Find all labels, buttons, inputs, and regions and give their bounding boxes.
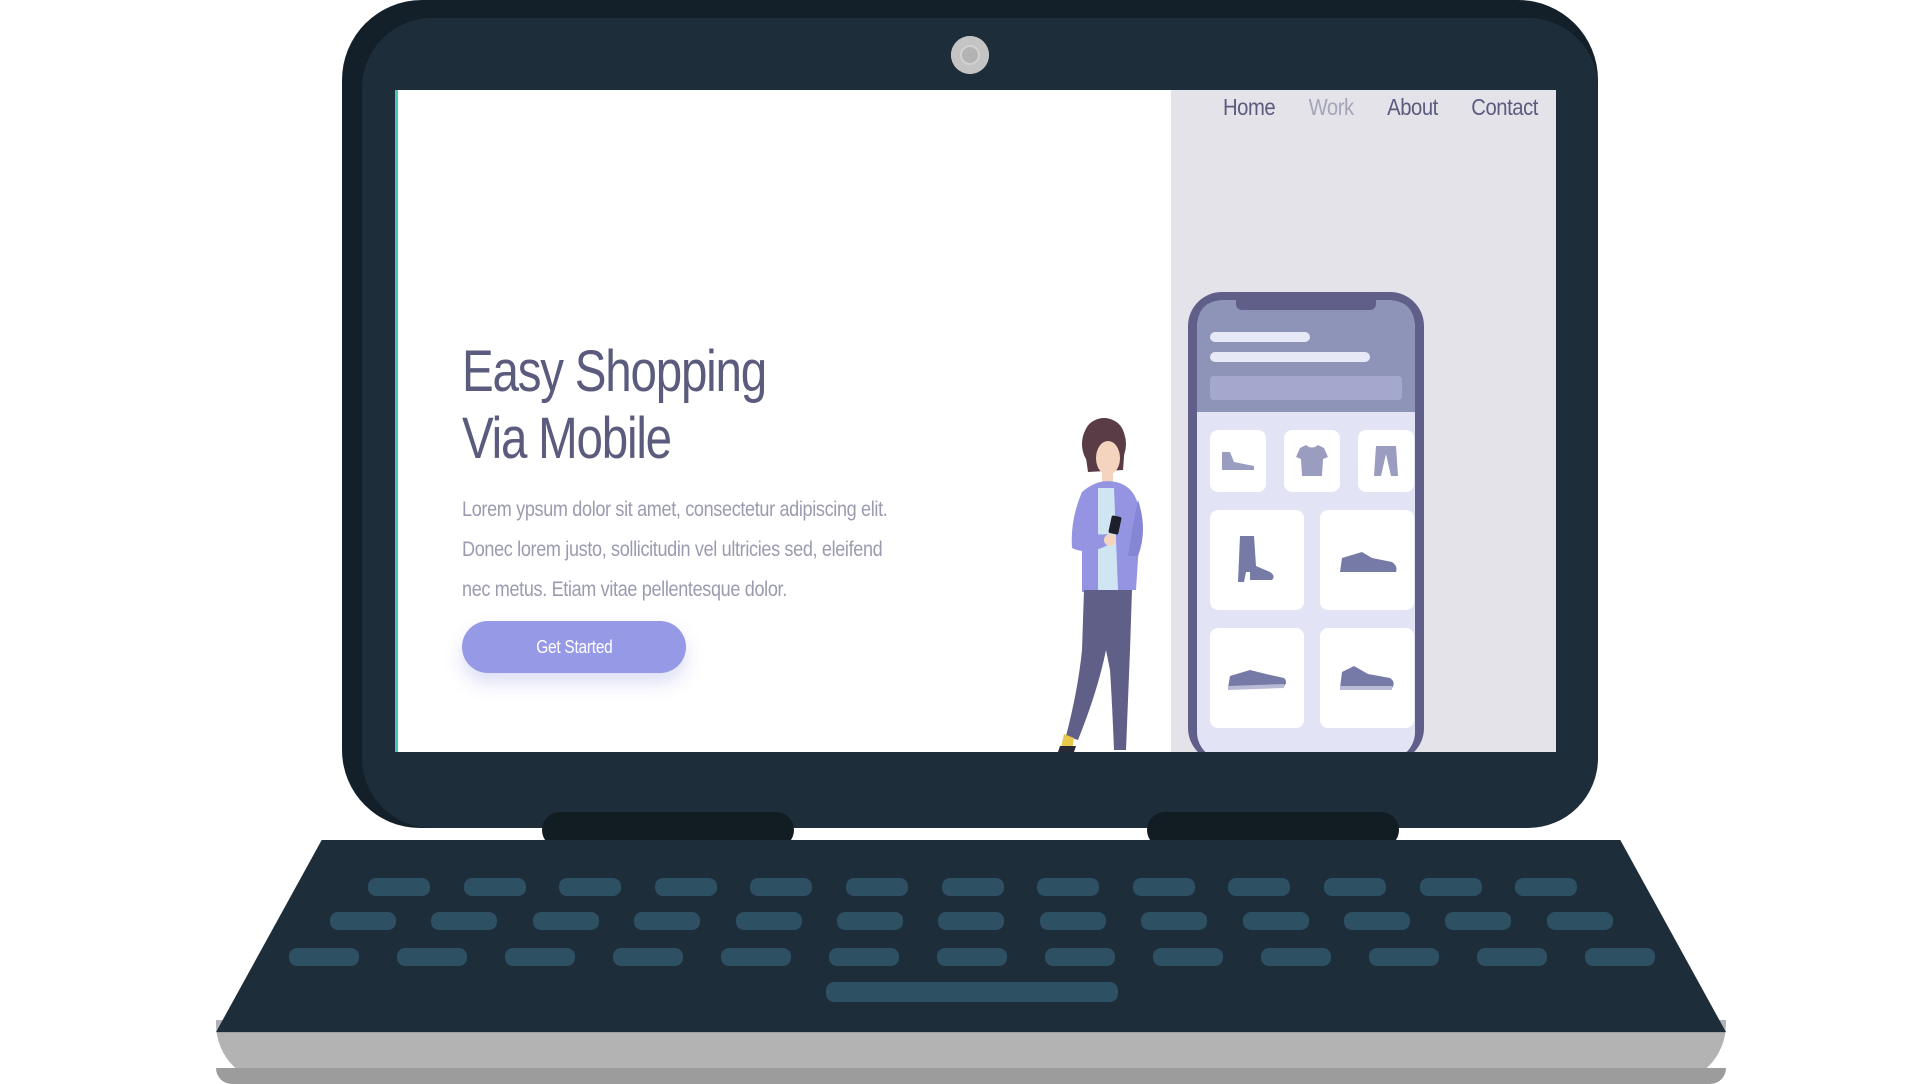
keyboard-key: [397, 948, 467, 966]
phone-illustration: [1188, 292, 1424, 752]
keyboard-key: [837, 912, 903, 930]
keyboard-key: [634, 912, 701, 930]
woman-illustration: [1058, 418, 1143, 752]
keyboard-key: [1261, 948, 1331, 966]
keyboard-key: [368, 878, 430, 896]
keyboard-key: [654, 878, 717, 896]
keyboard-key: [750, 878, 813, 896]
keyboard-key: [1037, 878, 1100, 896]
keyboard-key: [330, 912, 396, 930]
keyboard-key: [846, 878, 908, 896]
laptop-scene: Home Work About Contact Easy Shopping Vi…: [0, 0, 1920, 1084]
keyboard-key: [532, 912, 599, 930]
shopping-illustration: [1058, 292, 1424, 752]
keyboard-key: [1045, 948, 1115, 966]
laptop-screen: Home Work About Contact Easy Shopping Vi…: [395, 90, 1556, 752]
keyboard-key: [941, 878, 1004, 896]
keyboard-key: [613, 948, 683, 966]
keyboard-key: [1242, 912, 1309, 930]
keyboard-key: [1324, 878, 1386, 896]
spacebar-key: [826, 982, 1118, 1002]
keyboard-key: [289, 948, 359, 966]
keyboard-key: [721, 948, 791, 966]
keyboard-key: [559, 878, 622, 896]
keyboard-key: [1445, 912, 1512, 930]
keyboard-key: [829, 948, 899, 966]
keyboard-key: [1228, 878, 1291, 896]
keyboard-key: [505, 948, 575, 966]
keyboard-key: [937, 948, 1007, 966]
keyboard-key: [463, 878, 526, 896]
keyboard-key: [1585, 948, 1655, 966]
keyboard-key: [1039, 912, 1106, 930]
keyboard-key: [1132, 878, 1195, 896]
keyboard-key: [1477, 948, 1547, 966]
keyboard-key: [1515, 878, 1578, 896]
keyboard-key: [431, 912, 498, 930]
keyboard-key: [938, 912, 1005, 930]
keyboard-key: [1546, 912, 1613, 930]
keyboard-key: [1153, 948, 1223, 966]
webcam-icon: [951, 36, 989, 74]
keyboard-key: [1419, 878, 1482, 896]
keyboard-key: [1369, 948, 1439, 966]
keyboard-key: [1344, 912, 1410, 930]
keyboard-key: [735, 912, 802, 930]
keyboard-key: [1141, 912, 1208, 930]
